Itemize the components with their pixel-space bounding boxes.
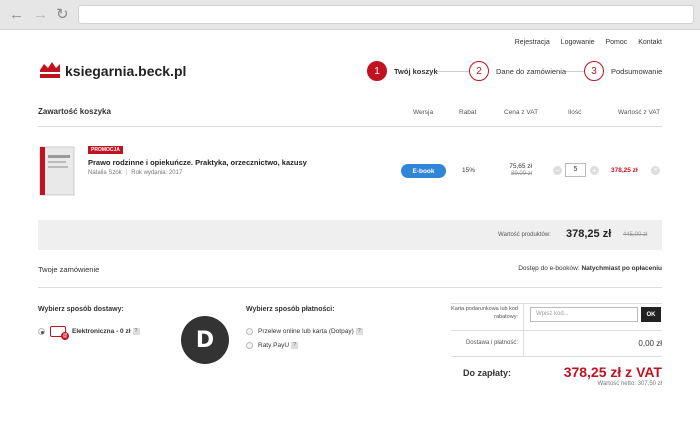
logo-text: ksiegarnia.beck.pl <box>65 63 187 79</box>
total-value: 378,25 zł z VAT <box>563 364 662 380</box>
product-author: Natalia Szok <box>88 170 122 176</box>
price-cell: 75,65 zł 89,00 zł <box>508 163 532 177</box>
step-summary: 3 Podsumowanie <box>584 61 662 81</box>
delivery-option-label: Elektroniczna - 0 zł? <box>72 328 140 335</box>
qty-decrease-button[interactable]: − <box>553 166 562 175</box>
overlay-badge: D <box>181 316 229 364</box>
back-icon[interactable]: ← <box>9 7 24 23</box>
step-order-data: 2 Dane do zamówienia <box>469 61 566 81</box>
col-discount: Rabat <box>459 109 477 116</box>
contact-link[interactable]: Kontakt <box>638 39 662 46</box>
shipping-value: 0,00 zł <box>638 339 662 348</box>
row-value: 378,25 zł <box>611 167 638 174</box>
email-delivery-icon <box>50 326 69 340</box>
payment-option-payu: Raty PayU? <box>258 342 299 349</box>
products-summary: Wartość produktów: 378,25 zł 445,00 zł <box>38 220 662 250</box>
col-value: Wartość z VAT <box>618 109 661 116</box>
address-bar[interactable] <box>78 5 694 24</box>
help-link[interactable]: Pomoc <box>606 39 628 46</box>
product-meta: Natalia Szok | Rok wydania: 2017 <box>88 170 183 176</box>
product-cover-image[interactable] <box>38 145 78 197</box>
payment-radio-dotpay[interactable] <box>246 328 253 335</box>
help-icon[interactable]: ? <box>291 342 299 349</box>
checkout-steps: 1 Twój koszyk 2 Dane do zamówienia 3 Pod… <box>367 61 667 83</box>
col-version: Wersja <box>413 109 434 116</box>
cart-title: Zawartość koszyka <box>38 107 111 116</box>
promo-badge: PROMOCJA <box>88 146 123 154</box>
col-qty: Ilość <box>568 109 582 116</box>
help-icon[interactable]: ? <box>355 328 363 335</box>
payment-option-dotpay: Przelew online lub karta (Dotpay)? <box>258 328 363 335</box>
top-links: Rejestracja Logowanie Pomoc Kontakt <box>506 39 662 46</box>
product-year: Rok wydania: 2017 <box>131 170 183 176</box>
login-link[interactable]: Logowanie <box>561 39 595 46</box>
reload-icon[interactable]: ↻ <box>56 7 69 23</box>
browser-toolbar: ← → ↻ <box>0 0 700 30</box>
product-title[interactable]: Prawo rodzinne i opiekuńcze. Praktyka, o… <box>88 158 307 167</box>
summary-old-value: 445,00 zł <box>623 232 648 238</box>
old-price: 89,00 zł <box>510 171 532 177</box>
summary-label: Wartość produktów: <box>498 232 551 238</box>
total-label: Do zapłaty: <box>463 368 512 378</box>
ebook-access-info: Dostęp do e-booków: Natychmiast po opłac… <box>518 265 662 272</box>
qty-input[interactable]: 5 <box>565 163 586 177</box>
discount-value: 15% <box>462 167 476 174</box>
beck-logo-icon <box>40 62 60 78</box>
gift-card-label: Karta podarunkowa lub kod rabatowy: <box>451 306 518 320</box>
delivery-title: Wybierz sposób dostawy: <box>38 306 124 313</box>
apply-code-button[interactable]: OK <box>641 307 661 322</box>
price-value: 75,65 zł <box>509 163 532 170</box>
remove-item-button[interactable]: × <box>651 166 660 175</box>
forward-icon[interactable]: → <box>33 7 48 23</box>
summary-value: 378,25 zł <box>566 228 612 240</box>
payment-title: Wybierz sposób płatności: <box>246 306 335 313</box>
shipping-label: Dostawa i płatność: <box>465 340 518 346</box>
delivery-radio-electronic[interactable] <box>38 328 45 335</box>
version-badge: E-book <box>401 164 446 178</box>
register-link[interactable]: Rejestracja <box>515 39 550 46</box>
payment-radio-payu[interactable] <box>246 342 253 349</box>
netto-value: Wartość netto: 307,50 zł <box>597 381 662 387</box>
cart-header: Zawartość koszyka Wersja Rabat Cena z VA… <box>38 107 662 121</box>
order-title: Twoje zamówienie <box>38 265 100 274</box>
gift-code-input[interactable]: Wpisz kod... <box>530 307 638 322</box>
col-price: Cena z VAT <box>504 109 539 116</box>
help-icon[interactable]: ? <box>132 328 140 335</box>
qty-increase-button[interactable]: + <box>590 166 599 175</box>
step-cart: 1 Twój koszyk <box>367 61 438 81</box>
